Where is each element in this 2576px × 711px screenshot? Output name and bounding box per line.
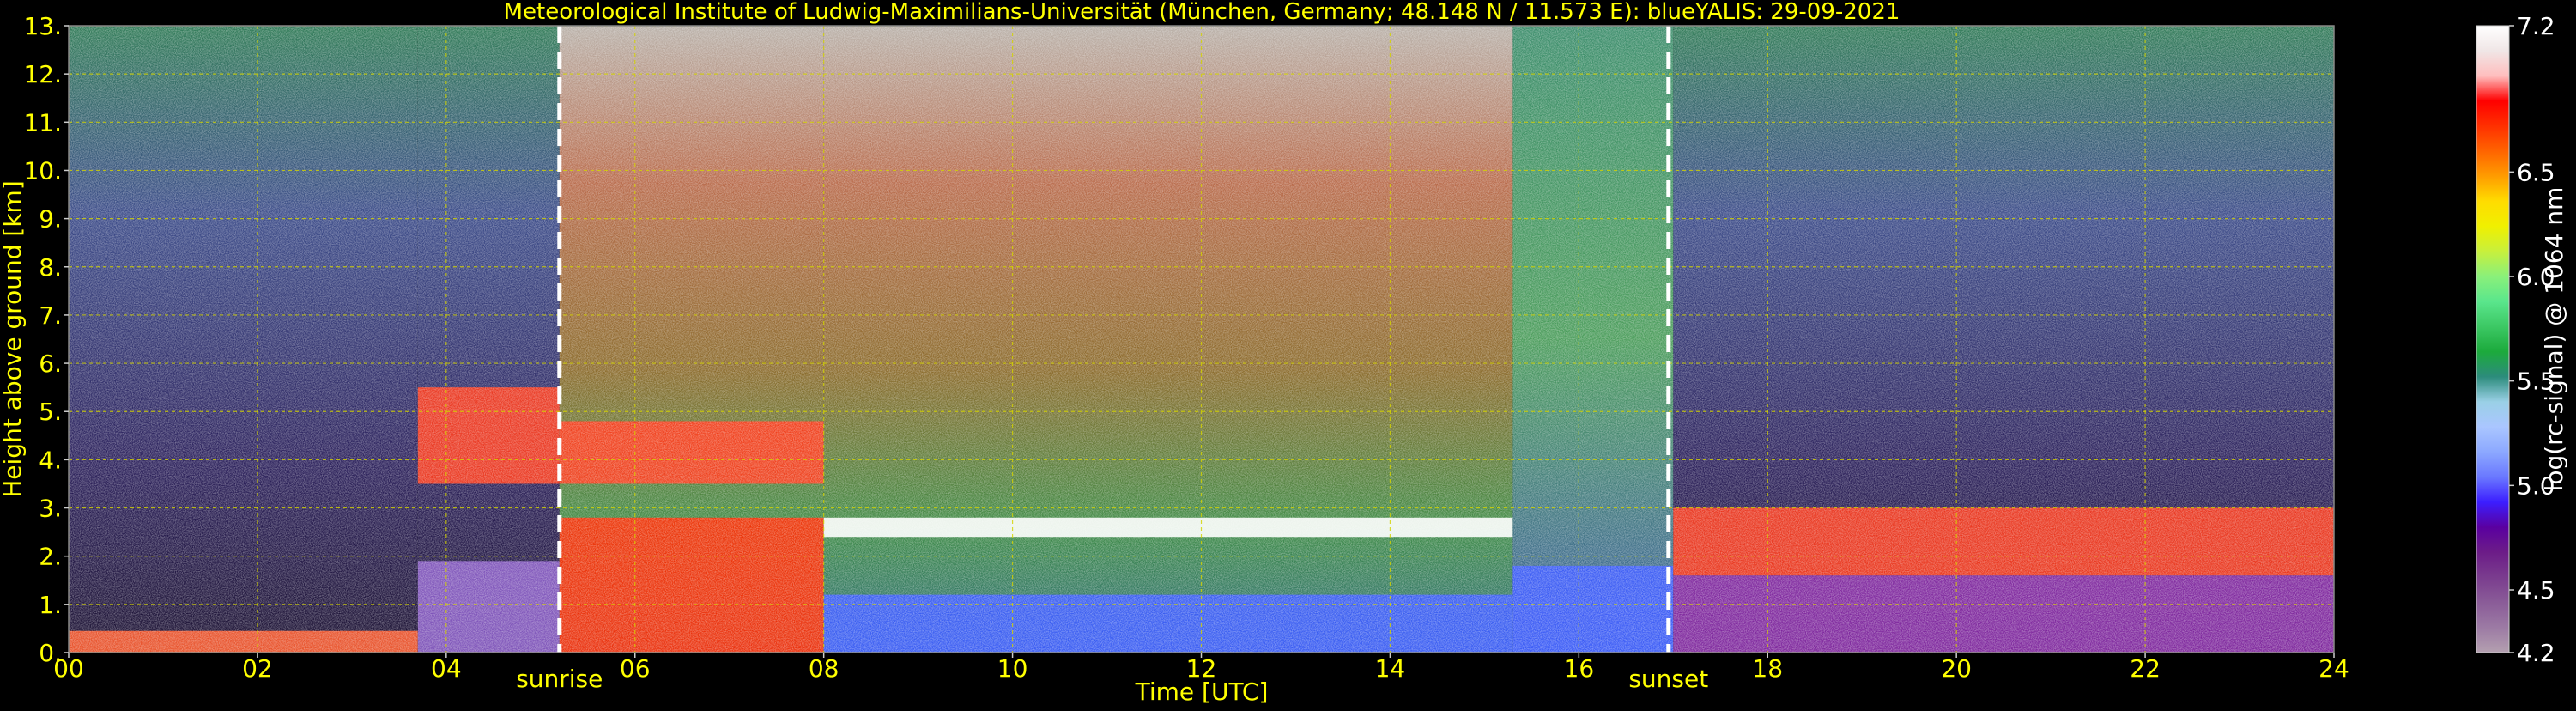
x-tick-label: 18 bbox=[1752, 654, 1783, 683]
y-tick-label: 10. bbox=[23, 156, 62, 185]
y-tick-label: 13. bbox=[23, 12, 62, 40]
y-tick-label: 4. bbox=[39, 446, 62, 474]
lidar-quicklook-chart: Meteorological Institute of Ludwig-Maxim… bbox=[0, 0, 2568, 706]
x-tick-label: 22 bbox=[2130, 654, 2161, 683]
annotations: sunrise sunset bbox=[516, 665, 1708, 693]
sunrise-label: sunrise bbox=[516, 665, 603, 693]
y-tick-label: 8. bbox=[39, 253, 62, 282]
colorbar-tick-label: 4.2 bbox=[2517, 639, 2555, 667]
y-tick-label: 1. bbox=[39, 591, 62, 619]
x-axis-label: Time [UTC] bbox=[1135, 678, 1269, 706]
y-tick-label: 0. bbox=[39, 639, 62, 667]
y-tick-label: 3. bbox=[39, 495, 62, 523]
x-tick-label: 02 bbox=[242, 654, 273, 683]
colorbar-tick-label: 6.5 bbox=[2517, 158, 2555, 186]
colorbar-label: log(rc-signal) @ 1064 nm bbox=[2540, 187, 2568, 492]
x-tick-label: 20 bbox=[1941, 654, 1972, 683]
chart-title: Meteorological Institute of Ludwig-Maxim… bbox=[504, 0, 1900, 25]
y-tick-label: 2. bbox=[39, 543, 62, 571]
y-tick-label: 11. bbox=[23, 108, 62, 137]
colorbar-fill bbox=[2476, 26, 2509, 653]
x-tick-label: 10 bbox=[997, 654, 1028, 683]
noise-overlay bbox=[69, 26, 2334, 653]
x-tick-label: 06 bbox=[620, 654, 651, 683]
y-tick-label: 7. bbox=[39, 301, 62, 330]
colorbar-tick-label: 7.2 bbox=[2517, 12, 2555, 40]
y-tick-label: 5. bbox=[39, 398, 62, 426]
x-tick-label: 08 bbox=[809, 654, 839, 683]
x-tick-label: 24 bbox=[2318, 654, 2349, 683]
colorbar-tick-label: 4.5 bbox=[2517, 576, 2555, 605]
y-tick-label: 6. bbox=[39, 349, 62, 378]
colorbar: 4.24.55.05.56.06.57.2 log(rc-signal) @ 1… bbox=[2476, 12, 2568, 667]
y-tick-label: 9. bbox=[39, 205, 62, 234]
x-tick-label: 14 bbox=[1375, 654, 1406, 683]
y-axis-label: Height above ground [km] bbox=[0, 180, 27, 498]
plot-area bbox=[69, 26, 2334, 653]
y-tick-label: 12. bbox=[23, 60, 62, 88]
x-tick-label: 16 bbox=[1564, 654, 1595, 683]
sunset-label: sunset bbox=[1628, 665, 1708, 693]
x-tick-label: 04 bbox=[431, 654, 462, 683]
y-axis-ticks: 0. 1. 2. 3. 4. 5. 6. 7. 8. 9. 10. 11. 12. 13. bbox=[23, 12, 69, 667]
